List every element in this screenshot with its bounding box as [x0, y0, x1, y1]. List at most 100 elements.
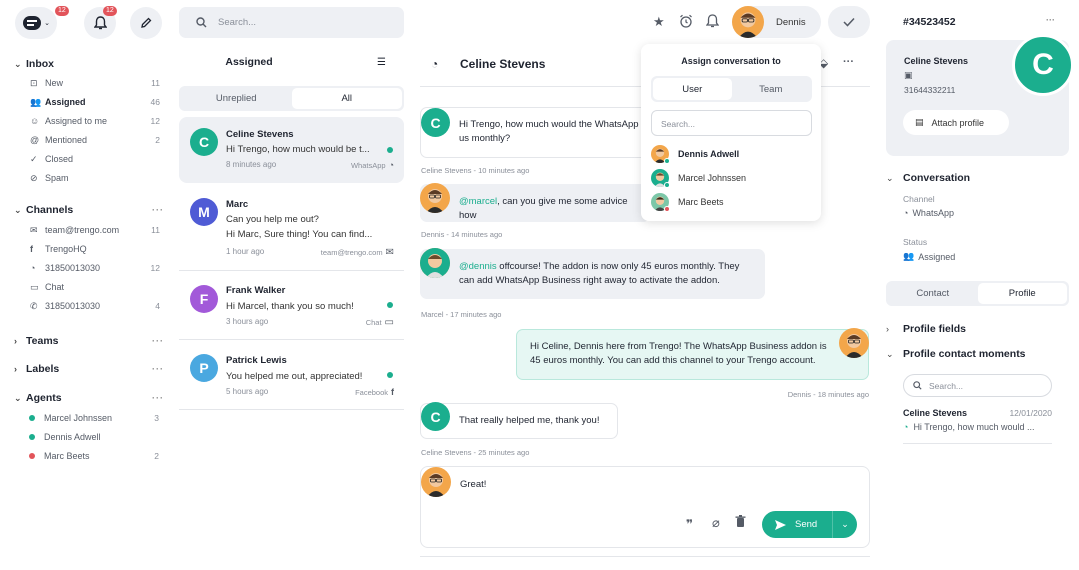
search-input[interactable]: Search...: [929, 381, 963, 391]
bell-icon[interactable]: [706, 14, 719, 28]
avatar: C: [421, 108, 450, 137]
section-title: Profile fields: [903, 323, 967, 335]
sidebar-item-assigned-to-me[interactable]: ☺ Assigned to me 12: [30, 114, 160, 128]
more-icon[interactable]: ···: [152, 205, 164, 215]
labels-title: Labels: [26, 363, 60, 375]
mention[interactable]: @dennis: [459, 261, 497, 272]
more-icon[interactable]: ···: [843, 56, 854, 68]
quote-icon[interactable]: ❞: [686, 517, 693, 531]
composer-input[interactable]: Great!: [460, 479, 486, 490]
sidebar-item-channel-phone[interactable]: ✆ 31850013030 4: [30, 299, 160, 313]
sidebar-item-closed[interactable]: ✓ Closed: [30, 152, 160, 166]
user-icon: ☺: [30, 116, 40, 126]
conversation-section-header[interactable]: ⌄ Conversation: [886, 172, 970, 184]
list-filter-tabs: Unreplied All: [179, 86, 404, 111]
assign-search-input[interactable]: Search...: [651, 110, 812, 136]
conversation-time: 5 hours ago: [226, 387, 269, 396]
sort-icon[interactable]: ☰: [377, 57, 386, 68]
more-icon[interactable]: ···: [1046, 15, 1055, 25]
message-composer[interactable]: Great! ❞ ⌀ Send ⌄: [420, 466, 870, 548]
status-value-text: Assigned: [918, 251, 956, 262]
profile-fields-header[interactable]: › Profile fields: [886, 323, 966, 335]
channels-section-header[interactable]: ⌄ Channels ···: [14, 203, 164, 217]
sidebar-item-agent-dennis[interactable]: Dennis Adwell: [29, 430, 159, 444]
workspace-switcher[interactable]: ⌄ 12: [15, 6, 69, 39]
message-text: can add WhatsApp Business right away to …: [459, 275, 720, 286]
assign-option-marc[interactable]: Marc Beets: [651, 193, 724, 211]
avatar: C: [190, 128, 218, 156]
more-icon[interactable]: ···: [152, 393, 164, 403]
message-meta: Celine Stevens - 10 minutes ago: [421, 166, 530, 175]
contact-moments-header[interactable]: ⌄ Profile contact moments: [886, 348, 1026, 360]
ticket-id: #34523452: [903, 16, 956, 28]
search-input[interactable]: Search...: [218, 17, 256, 28]
conversation-item-celine[interactable]: C Celine Stevens Hi Trengo, how much wou…: [179, 117, 404, 183]
sidebar-item-agent-marc[interactable]: Marc Beets 2: [29, 449, 159, 463]
tab-unreplied[interactable]: Unreplied: [181, 88, 292, 109]
chat-icon: ▭: [30, 281, 39, 292]
notifications-button[interactable]: 12: [84, 6, 117, 39]
online-status-dot: [664, 182, 670, 188]
trengo-logo-icon: [23, 16, 42, 30]
assign-tabs: User Team: [651, 76, 812, 102]
tab-all[interactable]: All: [291, 88, 402, 109]
sidebar-item-new[interactable]: ⊡ New 11: [30, 76, 160, 90]
sidebar-item-count: 11: [151, 225, 160, 235]
sidebar-item-channel-whatsapp[interactable]: ◔ 31850013030 12: [30, 261, 160, 275]
divider: [903, 443, 1052, 444]
attachment-icon[interactable]: ⌀: [712, 515, 720, 531]
conversation-item-frank[interactable]: F Frank Walker Hi Marcel, thank you so m…: [179, 271, 404, 338]
conversation-item-patrick[interactable]: P Patrick Lewis You helped me out, appre…: [179, 340, 404, 408]
contact-moments-search[interactable]: Search...: [903, 374, 1052, 397]
message-text: us monthly?: [459, 133, 511, 144]
mail-icon: ✉: [385, 247, 394, 258]
unread-dot: [387, 147, 393, 153]
message-text: That really helped me, thank you!: [459, 415, 600, 426]
sidebar-item-assigned[interactable]: 👥 Assigned 46: [30, 95, 160, 109]
sidebar-item-label: team@trengo.com: [45, 225, 120, 235]
tab-contact[interactable]: Contact: [888, 283, 978, 304]
send-label: Send: [795, 519, 818, 530]
conversation-search[interactable]: Search...: [179, 7, 404, 38]
conversation-item-marc[interactable]: M Marc Can you help me out? Hi Marc, Sur…: [179, 189, 404, 265]
sidebar-item-channel-facebook[interactable]: f TrengoHQ: [30, 242, 160, 256]
message-meta: Dennis - 18 minutes ago: [787, 390, 869, 399]
sidebar-item-agent-marcel[interactable]: Marcel Johnssen 3: [29, 411, 159, 425]
chevron-down-icon[interactable]: ⌄: [833, 519, 857, 530]
chevron-down-icon: ⌄: [44, 20, 50, 27]
chevron-down-icon: ⌄: [886, 348, 894, 359]
star-icon[interactable]: ★: [653, 14, 665, 30]
more-icon[interactable]: ···: [152, 336, 164, 346]
sidebar-item-channel-email[interactable]: ✉ team@trengo.com 11: [30, 223, 160, 237]
profile-tabs: Contact Profile: [886, 281, 1069, 306]
sidebar-item-mentioned[interactable]: @ Mentioned 2: [30, 133, 160, 147]
alarm-icon[interactable]: [679, 14, 693, 28]
conversation-name: Frank Walker: [226, 285, 286, 296]
send-button[interactable]: Send ⌄: [762, 511, 857, 538]
compose-button[interactable]: [130, 7, 162, 39]
message-text: 45 euros monthly. You can add this chann…: [530, 355, 816, 366]
more-icon[interactable]: ···: [152, 364, 164, 374]
assignee-button[interactable]: Dennis: [732, 6, 821, 38]
tab-team[interactable]: Team: [732, 78, 811, 100]
sidebar-item-label: Mentioned: [45, 135, 88, 145]
close-conversation-button[interactable]: [828, 6, 870, 38]
conversation-preview: Can you help me out?: [226, 214, 319, 225]
sidebar-item-spam[interactable]: ⊘ Spam: [30, 171, 160, 185]
teams-section-header[interactable]: › Teams ···: [14, 334, 164, 348]
trash-icon[interactable]: [735, 515, 746, 528]
attach-profile-button[interactable]: ▤ Attach profile: [903, 110, 1009, 135]
inbox-section-header[interactable]: ⌄ Inbox: [14, 57, 164, 71]
labels-section-header[interactable]: › Labels ···: [14, 362, 164, 376]
sidebar-item-channel-chat[interactable]: ▭ Chat: [30, 280, 160, 294]
whatsapp-icon: ◔: [431, 57, 439, 71]
chevron-down-icon: ⌄: [14, 58, 22, 69]
mention[interactable]: @marcel: [459, 196, 497, 207]
facebook-icon: f: [391, 387, 394, 397]
sidebar: ⌄ 12 12 ⌄ Inbox ⊡ New 11 👥 Assigned 46 ☺ Assig…: [0, 0, 170, 570]
agents-section-header[interactable]: ⌄ Agents ···: [14, 391, 164, 405]
contact-moment-item[interactable]: Celine Stevens 12/01/2020 ◔ Hi Trengo, ho…: [903, 408, 1052, 444]
sidebar-item-label: Assigned to me: [45, 116, 108, 126]
tab-profile[interactable]: Profile: [977, 283, 1067, 304]
tab-user[interactable]: User: [653, 78, 732, 100]
